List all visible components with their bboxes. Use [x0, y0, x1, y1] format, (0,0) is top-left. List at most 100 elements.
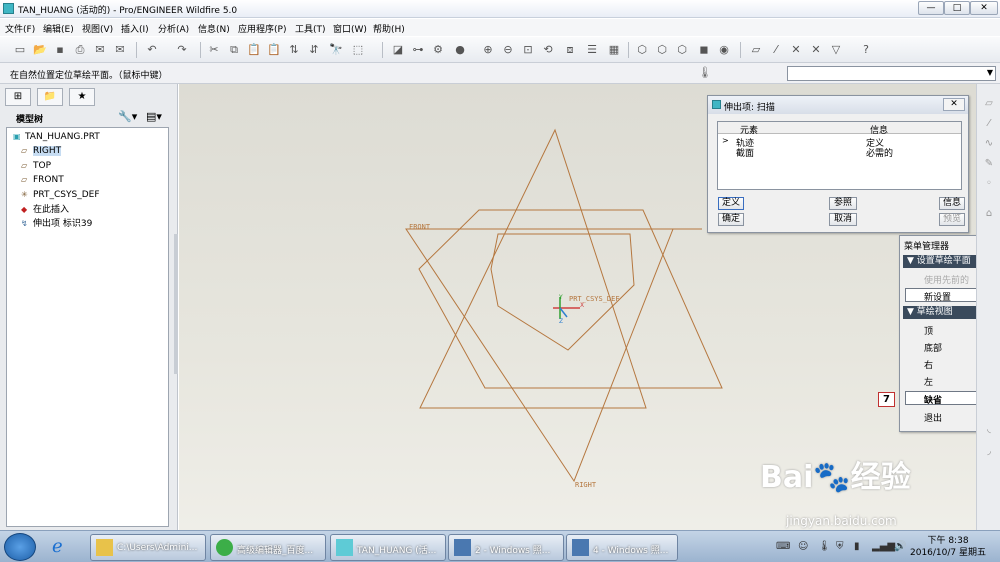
csys-display-icon[interactable]: ✕ — [808, 42, 824, 58]
taskbar-browser[interactable]: 高级编辑器_百度... — [210, 534, 326, 561]
sketch-tool-icon[interactable]: ✎ — [982, 158, 996, 172]
regenerate-icon[interactable]: ⇅ — [286, 42, 302, 58]
new-icon[interactable]: ▭ — [12, 42, 28, 58]
start-button[interactable] — [4, 533, 36, 561]
tab-favorites[interactable]: ★ — [69, 88, 95, 106]
display-style-icon[interactable]: ◉ — [716, 42, 732, 58]
menu-file[interactable]: 文件(F) — [5, 22, 35, 35]
preview-button[interactable]: 预览 — [939, 213, 965, 226]
annotation-display-icon[interactable]: ▽ — [828, 42, 844, 58]
spin-center-icon[interactable]: ⊶ — [410, 42, 426, 58]
extrude-tool-icon[interactable]: ⌂ — [982, 208, 996, 222]
datum-points-icon[interactable]: ✕ — [788, 42, 804, 58]
close-button[interactable]: ✕ — [970, 1, 998, 15]
tree-node-top[interactable]: ▱ TOP — [21, 160, 51, 172]
menu-tools[interactable]: 工具(T) — [295, 22, 326, 35]
open-icon[interactable]: 📂 — [32, 42, 48, 58]
menu-applications[interactable]: 应用程序(P) — [238, 22, 286, 35]
table-row[interactable]: 截面 必需的 — [718, 146, 961, 159]
tree-node-insert-here[interactable]: ◆ 在此插入 — [21, 204, 69, 216]
tree-node-right[interactable]: ▱ RIGHT — [21, 145, 62, 157]
network-icon[interactable]: ▮ — [854, 541, 860, 552]
keyboard-icon[interactable]: ⌨ — [776, 541, 790, 552]
zoom-in-icon[interactable]: ⊕ — [480, 42, 496, 58]
taskbar-photo-2[interactable]: 2 - Windows 照... — [448, 534, 564, 561]
taskbar-proe[interactable]: TAN_HUANG (活... — [330, 534, 446, 561]
menu-item-bottom[interactable]: 底部 — [924, 341, 942, 354]
chamfer-tool-icon[interactable]: ◞ — [982, 446, 996, 460]
maximize-button[interactable]: □ — [944, 1, 970, 15]
redo-icon[interactable]: ↷ — [174, 42, 190, 58]
security-icon[interactable]: ⛨ — [836, 541, 844, 552]
saved-views-icon[interactable]: ⧈ — [562, 42, 578, 58]
system-clock[interactable]: 下午 8:38 2016/10/7 星期五 — [910, 535, 986, 559]
appearance-icon[interactable]: ● — [452, 42, 468, 58]
taskbar-photo-4[interactable]: 4 - Windows 照... — [566, 534, 678, 561]
temperature-icon[interactable]: 🌡 — [818, 541, 831, 552]
undo-icon[interactable]: ↶ — [144, 42, 160, 58]
volume-icon[interactable]: 🔊 — [894, 541, 906, 552]
datum-planes-icon[interactable]: ▱ — [748, 42, 764, 58]
no-hidden-icon[interactable]: ⬡ — [674, 42, 690, 58]
point-tool-icon[interactable]: ◦ — [982, 178, 996, 192]
minimize-button[interactable]: — — [918, 1, 944, 15]
print-icon[interactable]: ⎙ — [72, 42, 88, 58]
layers-icon[interactable]: ☰ — [584, 42, 600, 58]
menu-help[interactable]: 帮助(H) — [373, 22, 405, 35]
menu-edit[interactable]: 编辑(E) — [43, 22, 74, 35]
paste-icon[interactable]: 📋 — [246, 42, 262, 58]
select-box-icon[interactable]: ⬚ — [350, 42, 366, 58]
tree-node-csys[interactable]: ✳ PRT_CSYS_DEF — [21, 189, 100, 201]
orient-mode-icon[interactable]: ⚙ — [430, 42, 446, 58]
view-manager-icon[interactable]: ▦ — [606, 42, 622, 58]
dialog-close-button[interactable]: ✕ — [943, 98, 965, 111]
menu-item-use-previous[interactable]: 使用先前的 — [924, 273, 969, 286]
hidden-line-icon[interactable]: ⬡ — [654, 42, 670, 58]
repaint-icon[interactable]: ◪ — [390, 42, 406, 58]
reorient-icon[interactable]: ⟲ — [540, 42, 556, 58]
paste-special-icon[interactable]: 📋 — [266, 42, 282, 58]
help-context-icon[interactable]: ? — [858, 42, 874, 58]
define-button[interactable]: 定义 — [718, 197, 744, 210]
round-tool-icon[interactable]: ◟ — [982, 424, 996, 438]
cut-icon[interactable]: ✂ — [206, 42, 222, 58]
cancel-button[interactable]: 取消 — [829, 213, 857, 226]
find-icon[interactable]: 🔭 — [328, 42, 344, 58]
smart-filter-combo[interactable]: ▼ — [787, 66, 996, 81]
ie-icon[interactable]: ℯ — [52, 536, 76, 558]
menu-view[interactable]: 视图(V) — [82, 22, 113, 35]
menu-window[interactable]: 窗口(W) — [333, 22, 367, 35]
tree-settings-icon[interactable]: 🔧▾ — [118, 110, 137, 123]
regen-manager-icon[interactable]: ⇵ — [306, 42, 322, 58]
datum-plane-tool-icon[interactable]: ▱ — [982, 98, 996, 112]
menu-item-left[interactable]: 左 — [924, 375, 933, 388]
ime-icon[interactable]: ☺ — [798, 541, 808, 552]
menu-info[interactable]: 信息(N) — [198, 22, 230, 35]
datum-axes-icon[interactable]: ⁄ — [768, 42, 784, 58]
refit-icon[interactable]: ⊡ — [520, 42, 536, 58]
info-button[interactable]: 信息 — [939, 197, 965, 210]
save-icon[interactable]: ▪ — [52, 42, 68, 58]
menu-item-exit[interactable]: 退出 — [924, 411, 942, 424]
tree-node-protrusion[interactable]: ↯ 伸出项 标识39 — [21, 218, 92, 230]
taskbar-explorer[interactable]: C:\Users\Admini... — [90, 534, 206, 561]
menu-insert[interactable]: 插入(I) — [121, 22, 149, 35]
email-link-icon[interactable]: ✉ — [112, 42, 128, 58]
tree-node-front[interactable]: ▱ FRONT — [21, 174, 64, 186]
datum-axis-tool-icon[interactable]: ⁄ — [982, 118, 996, 132]
datum-curve-tool-icon[interactable]: ∿ — [982, 138, 996, 152]
menu-item-right[interactable]: 右 — [924, 358, 933, 371]
tree-show-icon[interactable]: ▤▾ — [146, 110, 162, 123]
tab-model-tree[interactable]: ⊞ — [5, 88, 31, 106]
panel-splitter[interactable] — [174, 234, 178, 374]
shading-icon[interactable]: ◼ — [696, 42, 712, 58]
refs-button[interactable]: 参照 — [829, 197, 857, 210]
menu-item-top[interactable]: 顶 — [924, 324, 933, 337]
signal-icon[interactable]: ▂▄▆ — [872, 541, 895, 552]
tab-folder-browser[interactable]: 📁 — [37, 88, 63, 106]
email-icon[interactable]: ✉ — [92, 42, 108, 58]
tree-node-part[interactable]: ▣ TAN_HUANG.PRT — [13, 131, 100, 143]
wireframe-icon[interactable]: ⬡ — [634, 42, 650, 58]
menu-analysis[interactable]: 分析(A) — [158, 22, 189, 35]
copy-icon[interactable]: ⧉ — [226, 42, 242, 58]
